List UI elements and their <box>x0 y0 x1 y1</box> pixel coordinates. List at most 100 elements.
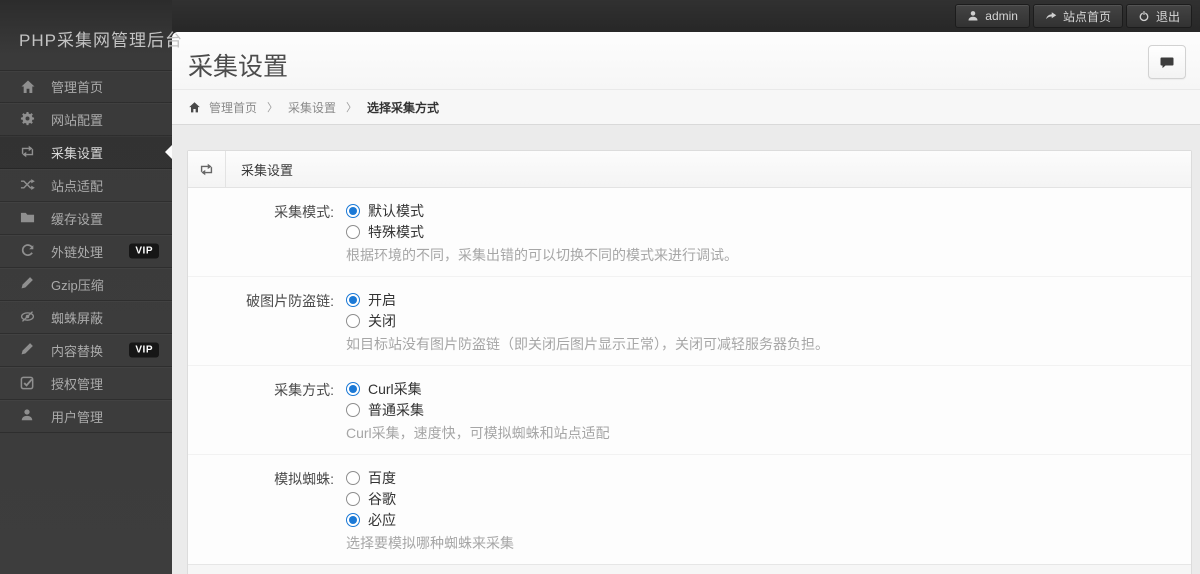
radio-option-normal[interactable]: 普通采集 <box>346 399 1191 420</box>
vip-badge: VIP <box>129 342 159 358</box>
admin-user-label: admin <box>985 9 1018 23</box>
radio-icon[interactable] <box>346 313 360 328</box>
radio-label: 普通采集 <box>368 401 424 418</box>
edit-icon <box>20 342 36 358</box>
form-group-label: 采集方式: <box>274 382 334 398</box>
folder-icon <box>20 210 36 226</box>
form-group-spider: 模拟蜘蛛: 百度 谷歌 必应 选择要模拟哪种蜘蛛来采集 <box>188 455 1191 564</box>
comment-button[interactable] <box>1148 45 1186 79</box>
radio-label: 百度 <box>368 469 396 486</box>
panel-title: 采集设置 <box>241 162 294 178</box>
radio-option-special-mode[interactable]: 特殊模式 <box>346 221 1191 242</box>
home-icon <box>20 79 36 95</box>
radio-option-default-mode[interactable]: 默认模式 <box>346 200 1191 221</box>
radio-label: 特殊模式 <box>368 223 424 240</box>
refresh-icon <box>20 243 36 259</box>
breadcrumb-separator: 〉 <box>267 102 279 114</box>
sidebar-item-gzip[interactable]: Gzip压缩 <box>0 268 172 301</box>
comment-icon <box>1159 55 1175 69</box>
site-home-button[interactable]: 站点首页 <box>1032 4 1123 28</box>
sidebar-item-label: 用户管理 <box>51 409 104 425</box>
radio-label: 谷歌 <box>368 490 396 507</box>
share-arrow-icon <box>1045 10 1057 22</box>
radio-label: 必应 <box>368 511 396 528</box>
help-text: 根据环境的不同，采集出错的可以切换不同的模式来进行调试。 <box>346 247 738 263</box>
breadcrumb-separator: 〉 <box>346 102 358 114</box>
radio-option-hotlink-off[interactable]: 关闭 <box>346 310 1191 331</box>
sidebar-item-spider-block[interactable]: 蜘蛛屏蔽 <box>0 301 172 334</box>
page-header: 采集设置 <box>172 32 1200 89</box>
site-home-label: 站点首页 <box>1062 9 1111 24</box>
sidebar-item-label: 站点适配 <box>51 178 104 194</box>
repeat-icon <box>20 144 36 160</box>
radio-icon[interactable] <box>346 381 360 396</box>
user-icon <box>967 10 979 22</box>
radio-option-hotlink-on[interactable]: 开启 <box>346 289 1191 310</box>
sidebar-item-label: 蜘蛛屏蔽 <box>51 310 104 326</box>
panel-header: 采集设置 <box>188 151 1191 188</box>
sidebar-item-label: 授权管理 <box>51 376 104 392</box>
help-text: Curl采集，速度快，可模拟蜘蛛和站点适配 <box>346 425 610 441</box>
sidebar-item-admin-home[interactable]: 管理首页 <box>0 70 172 103</box>
panel-footer: 保存 重置 <box>188 564 1191 574</box>
form-group-label: 模拟蜘蛛: <box>274 471 334 487</box>
sidebar-item-auth-manage[interactable]: 授权管理 <box>0 367 172 400</box>
radio-icon[interactable] <box>346 512 360 527</box>
radio-label: 开启 <box>368 291 396 308</box>
help-text: 如目标站没有图片防盗链（即关闭后图片显示正常），关闭可减轻服务器负担。 <box>346 336 829 352</box>
vip-badge: VIP <box>129 243 159 259</box>
logout-label: 退出 <box>1155 9 1180 24</box>
radio-option-bing[interactable]: 必应 <box>346 509 1191 530</box>
sidebar-item-label: 管理首页 <box>51 80 104 95</box>
sidebar-item-label: Gzip压缩 <box>51 277 104 293</box>
admin-user-button[interactable]: admin <box>955 4 1030 28</box>
radio-label: 关闭 <box>368 312 396 329</box>
app-logo: PHP采集网管理后台 <box>19 31 183 50</box>
breadcrumb-home-link[interactable]: 管理首页 <box>209 99 257 116</box>
radio-label: 默认模式 <box>368 202 424 219</box>
breadcrumb: 管理首页 〉 采集设置 〉 选择采集方式 <box>172 89 1200 125</box>
sidebar-item-content-replace[interactable]: 内容替换 VIP <box>0 334 172 367</box>
sidebar-menu: 管理首页 网站配置 采集设置 站点适配 缓存设置 外链处理 VIP Gzip压缩… <box>0 70 172 433</box>
sidebar: PHP采集网管理后台 管理首页 网站配置 采集设置 站点适配 缓存设置 外链处理… <box>0 0 183 574</box>
radio-option-baidu[interactable]: 百度 <box>346 467 1191 488</box>
sidebar-item-user-manage[interactable]: 用户管理 <box>0 400 172 433</box>
radio-option-google[interactable]: 谷歌 <box>346 488 1191 509</box>
home-icon <box>188 101 201 114</box>
radio-icon[interactable] <box>346 203 360 218</box>
form-group-hotlink: 破图片防盗链: 开启 关闭 如目标站没有图片防盗链（即关闭后图片显示正常），关闭… <box>188 277 1191 366</box>
sidebar-item-site-config[interactable]: 网站配置 <box>0 103 172 136</box>
radio-label: Curl采集 <box>368 380 422 397</box>
sidebar-item-label: 缓存设置 <box>51 211 104 227</box>
radio-icon[interactable] <box>346 292 360 307</box>
repeat-icon <box>188 151 226 187</box>
form-group-label: 采集模式: <box>274 204 334 220</box>
sidebar-item-external-links[interactable]: 外链处理 VIP <box>0 235 172 268</box>
logout-button[interactable]: 退出 <box>1125 4 1192 28</box>
sidebar-item-site-adapt[interactable]: 站点适配 <box>0 169 172 202</box>
sidebar-item-label: 外链处理 <box>51 244 104 260</box>
form-group-collect-mode: 采集模式: 默认模式 特殊模式 根据环境的不同，采集出错的可以切换不同的模式来进… <box>188 188 1191 277</box>
topbar-actions: admin 站点首页 退出 <box>952 4 1192 28</box>
shuffle-icon <box>20 177 36 193</box>
check-square-icon <box>20 375 36 391</box>
sidebar-item-collect-settings[interactable]: 采集设置 <box>0 136 172 169</box>
form-group-collect-method: 采集方式: Curl采集 普通采集 Curl采集，速度快，可模拟蜘蛛和站点适配 <box>188 366 1191 455</box>
radio-icon[interactable] <box>346 470 360 485</box>
settings-panel: 采集设置 采集模式: 默认模式 特殊模式 根据环境的不同，采集出错的可以切换不同… <box>187 150 1192 574</box>
radio-icon[interactable] <box>346 224 360 239</box>
main-content: 采集设置 管理首页 〉 采集设置 〉 选择采集方式 采集设置 采集模式: 默认模… <box>172 32 1200 574</box>
help-text: 选择要模拟哪种蜘蛛来采集 <box>346 535 514 551</box>
breadcrumb-current: 选择采集方式 <box>367 100 440 115</box>
form-group-label: 破图片防盗链: <box>246 293 334 309</box>
sidebar-item-label: 网站配置 <box>51 112 104 128</box>
breadcrumb-section-link[interactable]: 采集设置 <box>288 99 336 116</box>
sidebar-item-label: 内容替换 <box>51 343 104 359</box>
sidebar-item-cache-settings[interactable]: 缓存设置 <box>0 202 172 235</box>
radio-icon[interactable] <box>346 402 360 417</box>
page-title: 采集设置 <box>188 53 289 81</box>
radio-option-curl[interactable]: Curl采集 <box>346 378 1191 399</box>
radio-icon[interactable] <box>346 491 360 506</box>
power-icon <box>1138 10 1150 22</box>
user-icon <box>20 408 36 424</box>
